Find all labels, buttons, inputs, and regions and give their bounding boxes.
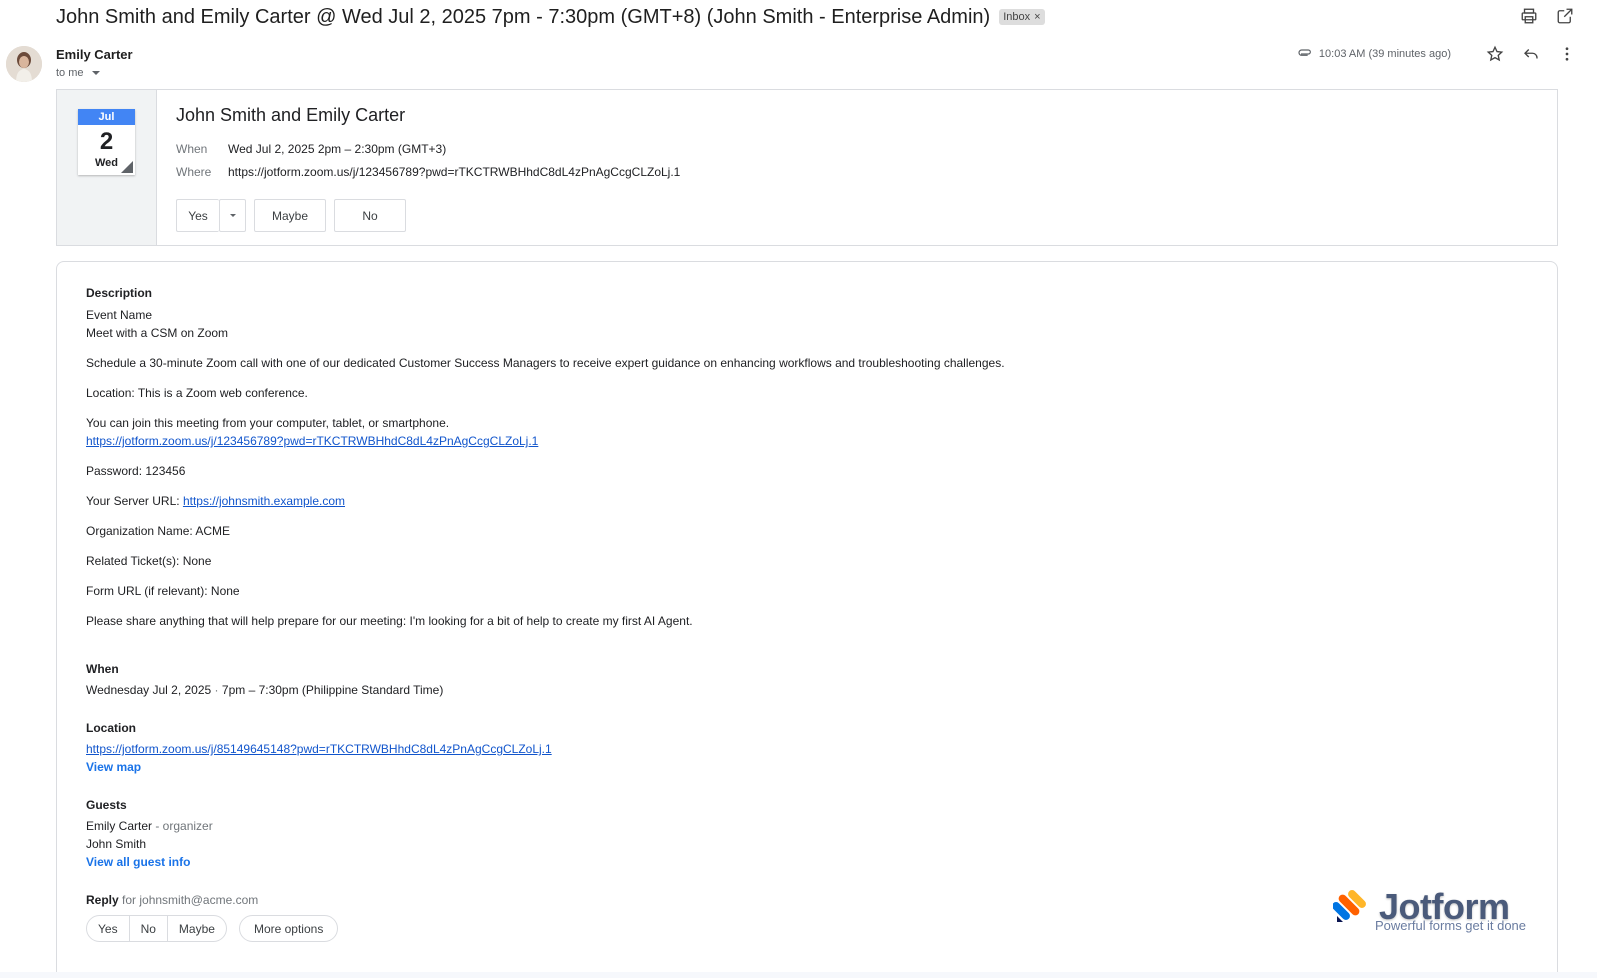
when-separator: · [214, 683, 219, 697]
inbox-label-text: Inbox [1003, 11, 1031, 23]
sender-name[interactable]: Emily Carter [56, 47, 133, 62]
schedule-text: Schedule a 30-minute Zoom call with one … [86, 356, 1005, 370]
event-name: Meet with a CSM on Zoom [86, 326, 229, 340]
reply-for-email: for johnsmith@acme.com [118, 893, 259, 907]
guest-row-organizer: Emily Carter - organizer [86, 817, 1557, 835]
invite-where-value[interactable]: https://jotform.zoom.us/j/123456789?pwd=… [228, 161, 680, 184]
invite-where-label: Where [176, 165, 212, 179]
attachment-icon [1298, 49, 1311, 56]
calendar-date-icon: Jul 2 Wed [78, 109, 135, 175]
location-text: Location: This is a Zoom web conference. [86, 386, 308, 400]
when-heading: When [86, 662, 119, 676]
inbox-label-chip[interactable]: Inbox × [999, 9, 1045, 25]
rsvp-buttons: Yes Maybe No [176, 199, 680, 232]
recipient-label: to me [56, 67, 84, 79]
subject-row: John Smith and Emily Carter @ Wed Jul 2,… [56, 4, 1045, 30]
form-url: Form URL (if relevant): None [86, 584, 240, 598]
rsvp-no-button[interactable]: No [334, 199, 406, 232]
server-url-label: Your Server URL: [86, 494, 183, 508]
view-map-link[interactable]: View map [86, 758, 1557, 776]
server-url-link[interactable]: https://johnsmith.example.com [183, 494, 345, 508]
invite-when-label: When [176, 142, 208, 156]
reply-yes-button[interactable]: Yes [87, 916, 130, 941]
invite-title: John Smith and Emily Carter [176, 105, 406, 125]
rsvp-yes-dropdown[interactable] [219, 199, 246, 232]
share-text: Please share anything that will help pre… [86, 614, 693, 628]
view-all-guests-link[interactable]: View all guest info [86, 853, 1557, 871]
when-time: 7pm – 7:30pm (Philippine Standard Time) [221, 683, 444, 697]
related-tickets: Related Ticket(s): None [86, 554, 212, 568]
chevron-down-icon[interactable] [91, 71, 100, 75]
invite-when-row: When Wed Jul 2, 2025 2pm – 2:30pm (GMT+3… [176, 138, 680, 161]
guests-heading: Guests [86, 798, 127, 812]
calendar-column: Jul 2 Wed [57, 90, 157, 245]
more-options-button[interactable]: More options [238, 915, 339, 942]
invite-where-row: Where https://jotform.zoom.us/j/12345678… [176, 161, 680, 184]
remove-label-icon[interactable]: × [1034, 11, 1040, 23]
location-heading: Location [86, 721, 136, 735]
reply-no-button[interactable]: No [130, 916, 168, 941]
jotform-logo-icon [1333, 890, 1366, 922]
reply-pill-group: Yes No Maybe [86, 915, 227, 942]
sender-avatar[interactable] [6, 46, 42, 82]
guest-name: John Smith [86, 837, 147, 851]
jotform-watermark: Jotform Powerful forms get it done [1333, 884, 1533, 938]
when-date: Wednesday Jul 2, 2025 [86, 683, 212, 697]
reply-label: Reply [86, 893, 119, 907]
calendar-month: Jul [78, 109, 135, 125]
message-meta: 10:03 AM (39 minutes ago) [1297, 44, 1577, 64]
dropdown-arrow-icon [229, 214, 236, 217]
recipient-details[interactable]: to me [56, 67, 100, 79]
jotform-tagline: Powerful forms get it done [1375, 918, 1527, 933]
bottom-strip [0, 972, 1597, 978]
reply-icon[interactable] [1521, 44, 1541, 64]
invite-when-value: Wed Jul 2, 2025 2pm – 2:30pm (GMT+3) [228, 142, 447, 156]
organization-name: Organization Name: ACME [86, 524, 231, 538]
invite-card: Jul 2 Wed John Smith and Emily Carter Wh… [56, 89, 1558, 246]
event-name-label: Event Name [86, 308, 153, 322]
join-meeting-link[interactable]: https://jotform.zoom.us/j/123456789?pwd=… [86, 434, 538, 448]
star-icon[interactable] [1485, 44, 1505, 64]
top-actions [1519, 6, 1575, 26]
when-row: Wednesday Jul 2, 2025 · 7pm – 7:30pm (Ph… [86, 681, 1557, 699]
rsvp-maybe-button[interactable]: Maybe [254, 199, 326, 232]
password-text: Password: 123456 [86, 464, 186, 478]
calendar-day: 2 [99, 128, 114, 155]
more-vert-icon[interactable] [1557, 44, 1577, 64]
description-heading: Description [86, 286, 153, 300]
event-details-card: Description Event Name Meet with a CSM o… [56, 261, 1558, 978]
email-subject: John Smith and Emily Carter @ Wed Jul 2,… [56, 5, 991, 28]
guest-name: Emily Carter [86, 819, 153, 833]
location-link[interactable]: https://jotform.zoom.us/j/85149645148?pw… [86, 742, 552, 756]
join-text: You can join this meeting from your comp… [86, 416, 450, 430]
rsvp-yes-button[interactable]: Yes [176, 199, 219, 232]
print-icon[interactable] [1519, 6, 1539, 26]
reply-maybe-button[interactable]: Maybe [168, 916, 226, 941]
message-timestamp: 10:03 AM (39 minutes ago) [1318, 48, 1451, 60]
calendar-fold-icon [121, 161, 133, 173]
server-url-row: Your Server URL: https://johnsmith.examp… [86, 492, 1557, 510]
invite-body: John Smith and Emily Carter When Wed Jul… [157, 90, 680, 245]
open-new-window-icon[interactable] [1555, 6, 1575, 26]
guest-role: - organizer [152, 819, 213, 833]
